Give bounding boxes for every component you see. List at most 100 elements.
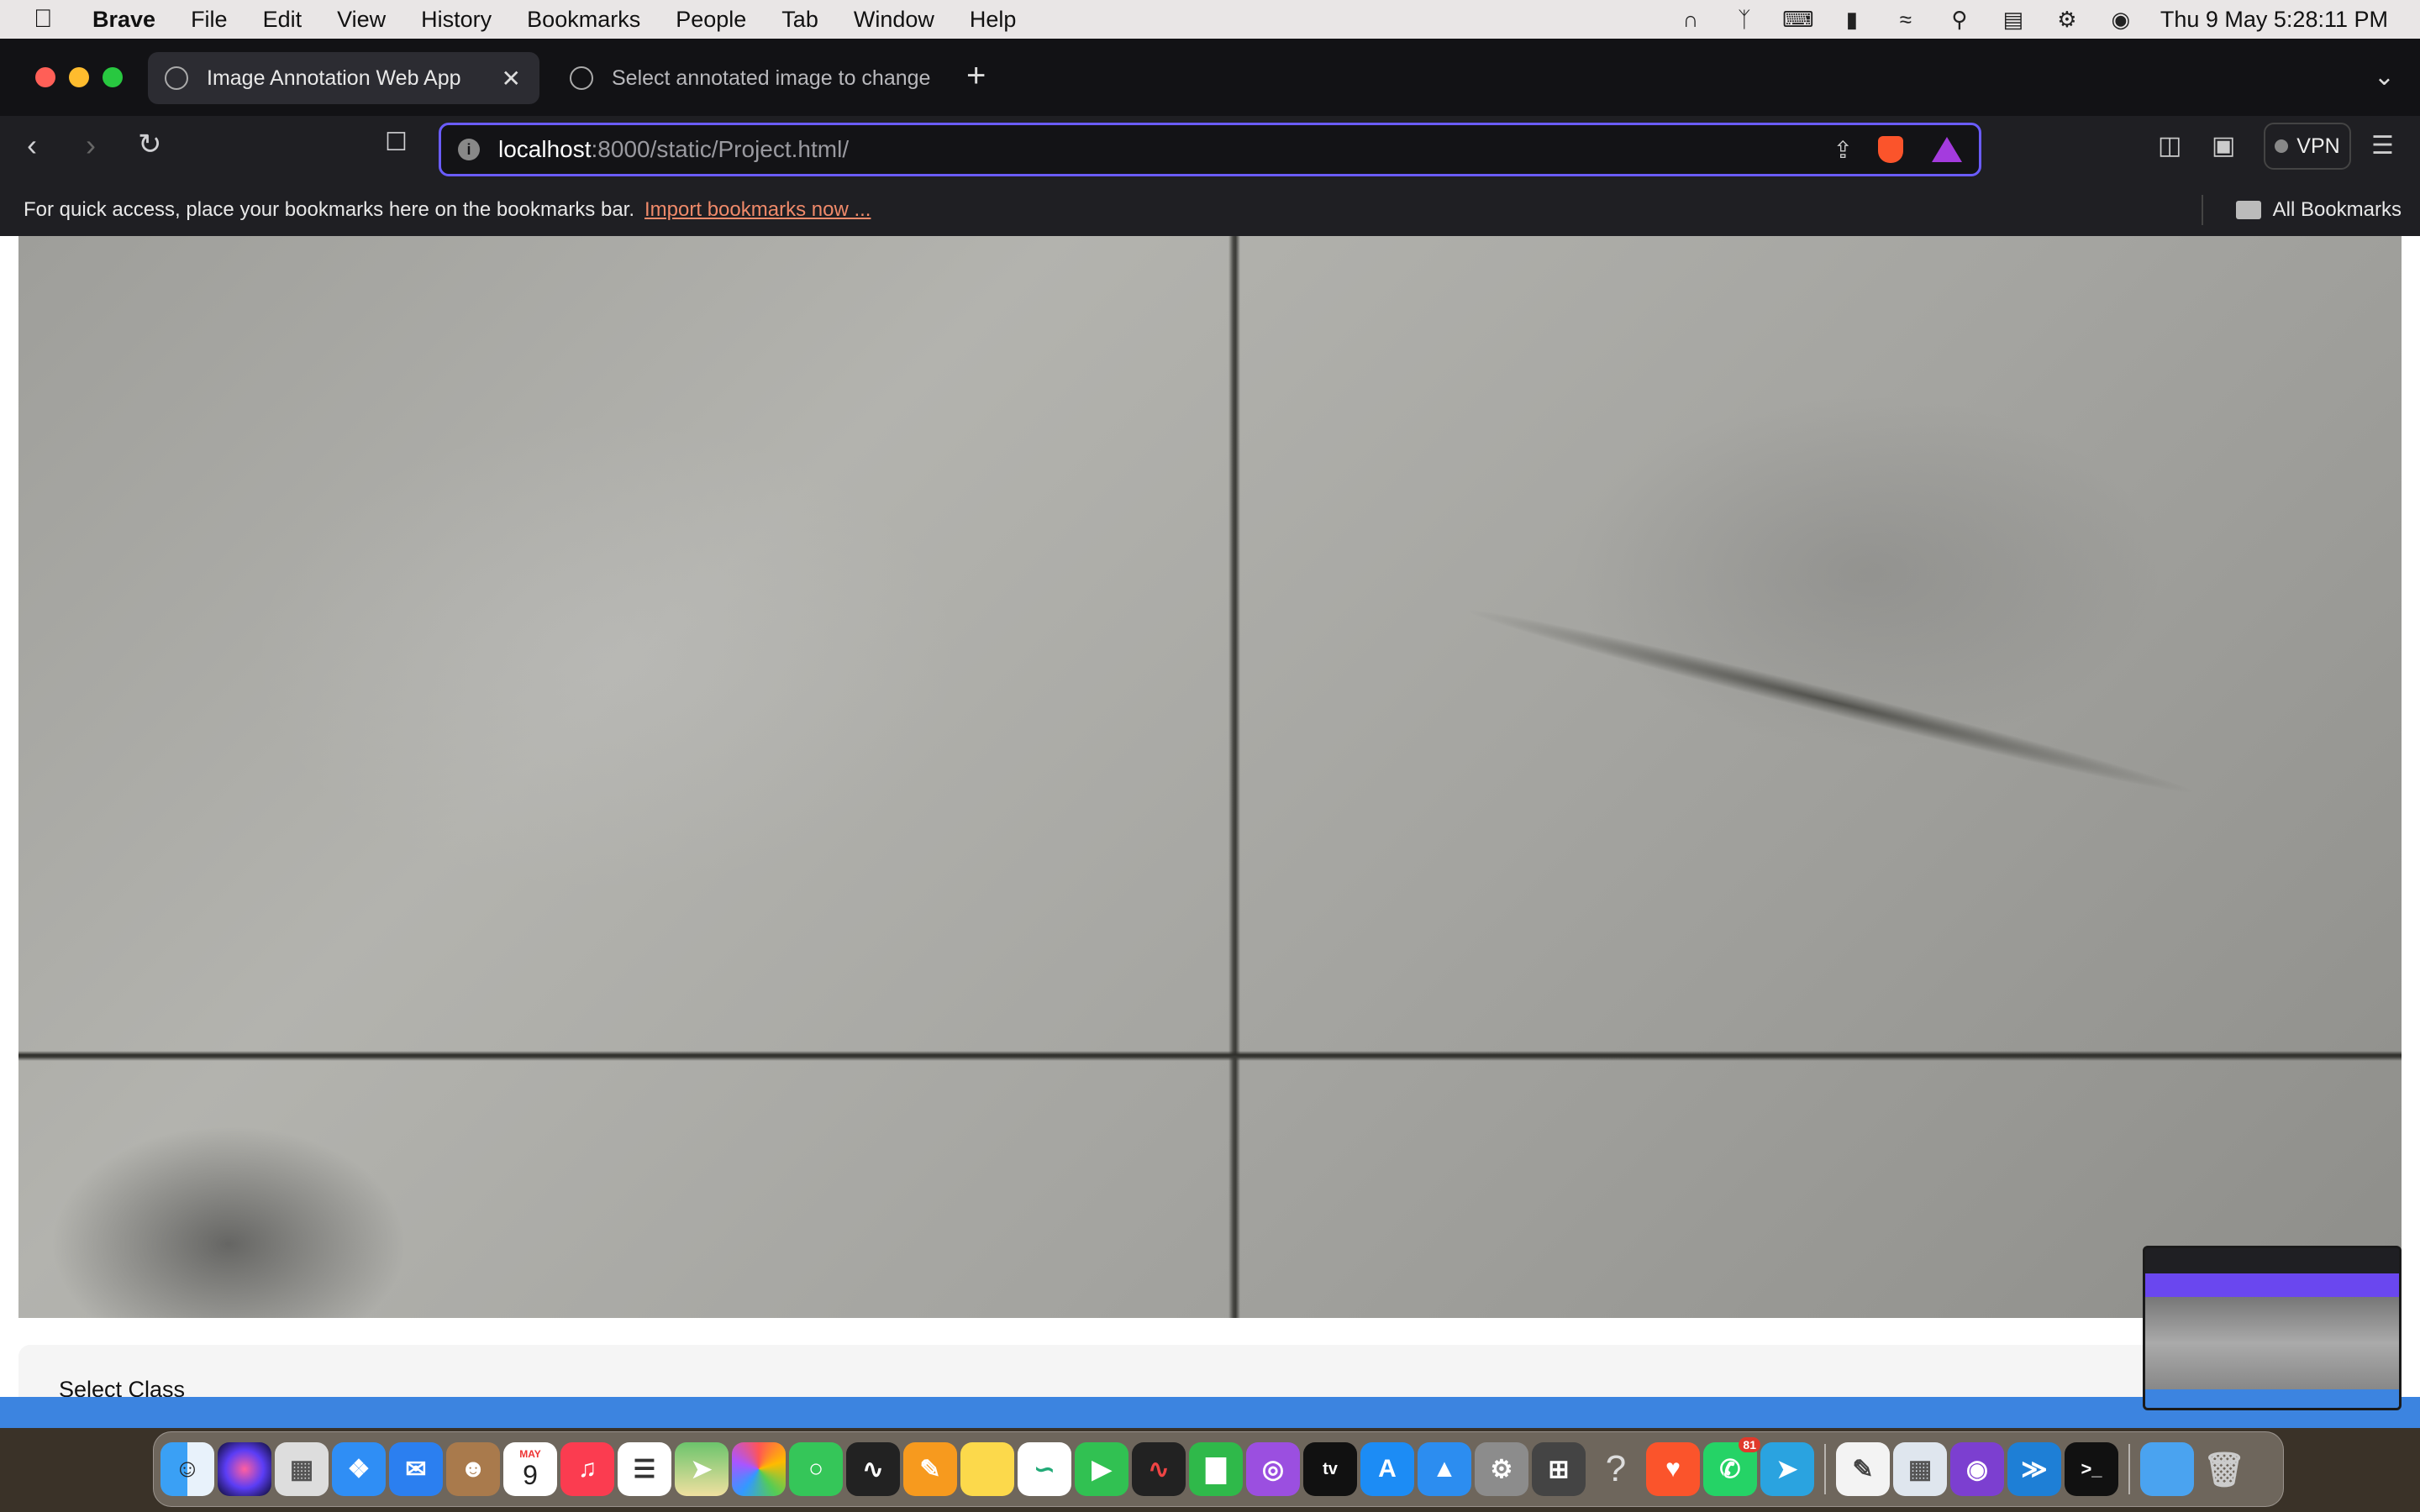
menu-window[interactable]: Window [854,7,934,33]
menu-help[interactable]: Help [970,7,1017,33]
wifi-icon[interactable]: ≈ [1891,7,1920,32]
launchpad-icon[interactable]: ▦ [275,1442,329,1496]
app-store-icon[interactable]: A [1360,1442,1414,1496]
terminal-icon[interactable]: >_ [2065,1442,2118,1496]
sidebar-toggle-icon[interactable]: ◫ [2158,131,2181,160]
menu-view[interactable]: View [337,7,386,33]
finder-icon[interactable]: ☺ [160,1442,214,1496]
brave-rewards-icon[interactable] [1932,137,1962,162]
floor-crack [1460,597,2201,806]
folder-icon [2235,200,2261,219]
brave-browser-icon[interactable]: ♥ [1646,1442,1700,1496]
apple-tv-icon[interactable]: tv [1303,1442,1357,1496]
photos-icon[interactable] [732,1442,786,1496]
menu-edit[interactable]: Edit [263,7,302,33]
keyboard-icon[interactable]: ⌨ [1782,7,1814,32]
macos-dock: ☺ ▦ ❖ ✉ ☻ MAY 9 ♫ ☰ ➤ ○ ∿ ✎ ∽ ▶ ∿ ▇ ◎ tv… [153,1431,2284,1507]
mail-icon[interactable]: ✉ [389,1442,443,1496]
menu-history[interactable]: History [421,7,492,33]
messages-icon[interactable]: ○ [789,1442,843,1496]
calendar-icon[interactable]: MAY 9 [503,1442,557,1496]
notes-icon[interactable] [960,1442,1014,1496]
battery-icon[interactable]: ▮ [1838,7,1866,32]
tab-image-annotation[interactable]: Image Annotation Web App ✕ [148,52,539,104]
vpn-button[interactable]: VPN [2264,123,2351,170]
site-info-icon[interactable]: i [458,139,480,160]
menu-app-name[interactable]: Brave [92,7,155,33]
headphones-icon[interactable]: ∩ [1676,7,1705,32]
import-bookmarks-link[interactable]: Import bookmarks now ... [644,198,871,222]
url-host: localhost [498,136,592,162]
folder-icon[interactable] [2140,1442,2194,1496]
bookmark-icon[interactable]: ☐ [385,128,408,157]
brave-shields-icon[interactable] [1878,136,1903,163]
web-page: Select Class [0,236,2420,1428]
clock[interactable]: Thu 9 May 5:28:11 PM [2160,7,2388,33]
maps-icon[interactable]: ➤ [675,1442,729,1496]
annotation-image-canvas[interactable] [18,236,2402,1318]
reminders-icon[interactable]: ☰ [618,1442,671,1496]
control-center-icon[interactable]: ⚙ [2053,7,2081,32]
keynote-icon[interactable]: ▲ [1418,1442,1471,1496]
globe-icon [165,66,188,90]
help-question-icon[interactable]: ? [1589,1442,1643,1496]
status-area: ∩ ᛉ ⌨ ▮ ≈ ⚲ ▤ ⚙ ◉ Thu 9 May 5:28:11 PM [1676,0,2388,39]
forward-arrow-icon[interactable]: › [86,128,96,163]
safari-icon[interactable]: ❖ [332,1442,386,1496]
spotlight-search-icon[interactable]: ⚲ [1945,7,1974,32]
pages-icon[interactable]: ✎ [903,1442,957,1496]
siri-app-icon[interactable] [218,1442,271,1496]
tab-select-annotated-image[interactable]: Select annotated image to change [553,52,939,104]
new-tab-plus-icon[interactable]: + [966,57,986,95]
preview-icon[interactable]: ▦ [1893,1442,1947,1496]
podcasts-icon[interactable]: ◎ [1246,1442,1300,1496]
telegram-icon[interactable]: ➤ [1760,1442,1814,1496]
whatsapp-icon[interactable]: ✆ 81 [1703,1437,1760,1496]
github-desktop-icon[interactable]: ◉ [1950,1442,2004,1496]
menu-tab[interactable]: Tab [781,7,818,33]
numbers-icon[interactable]: ▇ [1189,1442,1243,1496]
all-bookmarks-button[interactable]: All Bookmarks [2235,183,2402,236]
tab-title: Select annotated image to change [612,66,931,90]
menu-people[interactable]: People [676,7,746,33]
close-window-button[interactable] [35,67,55,87]
dock-separator [2128,1444,2130,1494]
wallet-icon[interactable]: ▣ [2212,131,2235,160]
menu-bookmarks[interactable]: Bookmarks [527,7,640,33]
reload-icon[interactable]: ↻ [138,128,162,161]
bluetooth-icon[interactable]: ᛉ [1730,7,1759,32]
vscode-icon[interactable]: ≫ [2007,1442,2061,1496]
blue-footer-bar [0,1397,2420,1428]
voice-memos-icon[interactable]: ∿ [846,1442,900,1496]
address-bar[interactable]: i localhost:8000/static/Project.html/ ⇪ [439,123,1981,176]
apple-menu-icon[interactable]:  [34,5,67,34]
bookmarks-hint: For quick access, place your bookmarks h… [24,197,635,221]
browser-chrome: Image Annotation Web App ✕ Select annota… [0,39,2420,236]
back-arrow-icon[interactable]: ‹ [27,128,37,163]
calculator-icon[interactable]: ⊞ [1532,1442,1586,1496]
system-settings-icon[interactable]: ⚙ [1475,1442,1528,1496]
all-bookmarks-label: All Bookmarks [2272,197,2402,221]
tab-strip: Image Annotation Web App ✕ Select annota… [0,39,2420,116]
share-icon[interactable]: ⇪ [1833,136,1853,164]
freeform-icon[interactable]: ∽ [1018,1442,1071,1496]
hamburger-menu-icon[interactable]: ☰ [2371,131,2394,160]
tile-seam-vertical [1228,236,1240,1318]
facetime-icon[interactable]: ▶ [1075,1442,1128,1496]
zoom-window-button[interactable] [103,67,123,87]
close-tab-icon[interactable]: ✕ [502,65,521,92]
url-path: :8000/static/Project.html/ [591,136,850,162]
menu-file[interactable]: File [191,7,228,33]
tab-title: Image Annotation Web App [207,66,461,90]
trash-icon[interactable]: 🗑 [2197,1442,2251,1496]
chevron-down-icon[interactable]: ⌄ [2374,62,2395,92]
contacts-icon[interactable]: ☻ [446,1442,500,1496]
audio-app-icon[interactable]: ∿ [1132,1442,1186,1496]
music-icon[interactable]: ♫ [560,1442,614,1496]
screenshot-thumbnail-preview[interactable] [2143,1246,2402,1410]
textedit-icon[interactable]: ✎ [1836,1442,1890,1496]
memory-icon[interactable]: ▤ [1999,7,2028,32]
siri-icon[interactable]: ◉ [2107,7,2135,32]
bookmarks-divider [2202,195,2203,225]
minimize-window-button[interactable] [69,67,89,87]
